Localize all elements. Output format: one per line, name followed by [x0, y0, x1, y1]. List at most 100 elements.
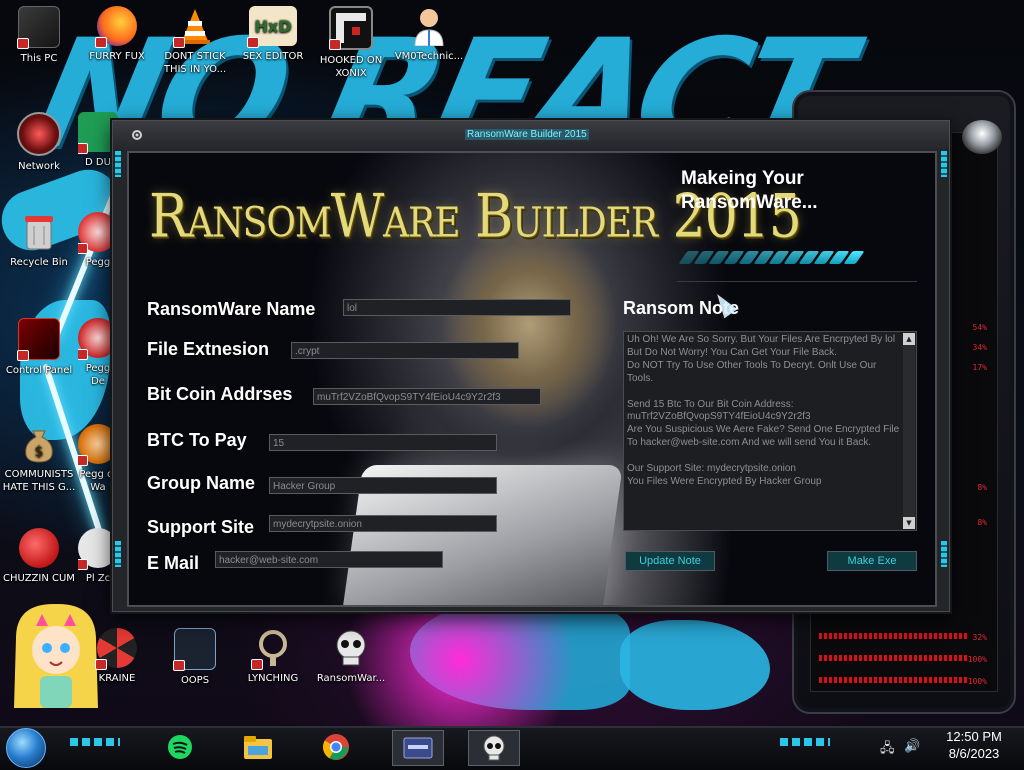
desktop-icon-label: LYNCHING	[247, 673, 299, 684]
file-extension-label: File Extnesion	[147, 339, 270, 359]
control-panel-icon	[17, 318, 60, 361]
status-line-2: RansomWare...	[681, 192, 818, 213]
hud-readout: 34%	[972, 343, 987, 352]
ransomware-name-input[interactable]: lol	[343, 299, 571, 316]
recycle-bin-icon	[19, 212, 59, 252]
taskbar-chrome[interactable]	[316, 730, 356, 764]
taskbar-clock[interactable]: 12:50 PM 8/6/2023	[930, 728, 1018, 762]
group-name-label: Group Name	[147, 473, 256, 493]
desktop-icon-label: Pegg De	[85, 363, 111, 387]
svg-text:$: $	[35, 444, 44, 460]
desktop-icon-hooked-on-xonix[interactable]: HOOKED ON XONIX	[312, 6, 390, 80]
desktop-icon-label: HOOKED ON XONIX	[319, 55, 383, 79]
desktop-icon-communists[interactable]: $ COMMUNISTS HATE THIS G...	[0, 424, 78, 494]
money-bag-icon: $	[19, 424, 59, 464]
taskbar-file-explorer[interactable]	[238, 730, 278, 764]
firefox-icon	[95, 6, 137, 48]
desktop-icon-label: SEX EDITOR	[242, 51, 304, 62]
scroll-down-icon[interactable]: ▼	[903, 517, 915, 529]
ransom-note-text[interactable]: Uh Oh! We Are So Sorry. But Your Files A…	[627, 334, 900, 528]
build-status-text: Makeing Your RansomWare...	[681, 167, 921, 215]
desktop-icon-label: D DU	[85, 157, 111, 168]
window-title: RansomWare Builder 2015	[465, 129, 589, 140]
taskbar-app-window[interactable]	[392, 730, 444, 766]
ransom-note-scrollbar[interactable]: ▲ ▼	[903, 333, 915, 529]
app-gear-icon	[132, 130, 142, 140]
frame-accent	[941, 541, 947, 567]
radiation-icon	[95, 628, 137, 670]
frame-accent	[115, 541, 121, 567]
file-extension-input[interactable]: .crypt	[291, 342, 519, 359]
ransomware-builder-window[interactable]: RansomWare Builder 2015 RansomWare Build…	[112, 120, 950, 612]
taskbar-decoration	[70, 738, 120, 746]
desktop-icon-kraine[interactable]: KRAINE	[78, 628, 156, 685]
email-input[interactable]: hacker@web-site.com	[215, 551, 443, 568]
desktop-icon-lynching[interactable]: LYNCHING	[234, 628, 312, 685]
desktop-icon-furry-fux[interactable]: FURRY FUX	[78, 6, 156, 63]
hud-bar	[819, 655, 969, 661]
desktop-icon-label: CHUZZIN CUM	[3, 573, 75, 584]
desktop-icon-label: Pegg	[85, 257, 111, 268]
hud-readout: 100%	[967, 677, 987, 686]
build-progress-bar	[677, 247, 867, 269]
desktop-icon-label: Recycle Bin	[10, 257, 68, 268]
desktop-icon-chuzzin-cum[interactable]: CHUZZIN CUM	[0, 528, 78, 585]
support-site-input[interactable]: mydecrytpsite.onion	[269, 515, 497, 532]
spotify-icon	[168, 735, 192, 759]
ransom-note-textarea[interactable]: Uh Oh! We Are So Sorry. But Your Files A…	[623, 331, 917, 531]
desktop-icon-this-pc[interactable]: This PC	[0, 6, 78, 65]
status-line-1: Makeing Your	[681, 168, 804, 189]
window-titlebar[interactable]: RansomWare Builder 2015	[113, 121, 949, 149]
chuzzle-icon	[19, 528, 59, 568]
desktop-icon-dont-stick[interactable]: DONT STICK THIS IN YO...	[156, 6, 234, 76]
wallpaper-streak	[620, 620, 770, 710]
support-site-label: Support Site	[147, 517, 254, 537]
make-exe-button[interactable]: Make Exe	[827, 551, 917, 571]
network-tray-icon[interactable]: 🖧	[880, 739, 895, 761]
taskbar-decoration	[780, 738, 830, 746]
taskbar-spotify[interactable]	[160, 730, 200, 764]
frame-accent	[941, 151, 947, 177]
email-label: E Mail	[147, 553, 200, 573]
desktop-icon-oops[interactable]: OOPS	[156, 628, 234, 687]
btc-to-pay-label: BTC To Pay	[147, 430, 247, 450]
hex-editor-icon: HxD	[247, 6, 297, 48]
volume-tray-icon[interactable]: 🔊	[904, 739, 920, 754]
btc-to-pay-input[interactable]: 15	[269, 434, 497, 451]
desktop-icon-label: RansomWar...	[316, 673, 386, 684]
desktop-icon-label: Pl Zc	[85, 573, 111, 584]
computer-icon	[17, 6, 60, 49]
desktop-icon-ransomware[interactable]: RansomWar...	[312, 628, 390, 685]
desktop-icon-label: COMMUNISTS HATE THIS G...	[2, 469, 76, 493]
network-icon	[17, 112, 61, 156]
bitcoin-address-input[interactable]: muTrf2VZoBfQvopS9TY4fEioU4c9Y2r2f3	[313, 388, 541, 405]
desktop-icon-label: KRAINE	[98, 673, 136, 684]
clock-time: 12:50 PM	[946, 729, 1002, 744]
desktop-icon-label: Network	[18, 161, 60, 172]
window-client-area: RansomWare Builder 2015 Makeing Your Ran…	[127, 151, 937, 607]
hud-readout: 8%	[977, 483, 987, 492]
group-name-input[interactable]: Hacker Group	[269, 477, 497, 494]
bitcoin-address-label: Bit Coin Addrses	[147, 384, 293, 404]
taskbar-ransomware-builder[interactable]	[468, 730, 520, 766]
hud-readout: 17%	[972, 363, 987, 372]
update-note-button[interactable]: Update Note	[625, 551, 715, 571]
desktop-icon-control-panel[interactable]: Control Panel	[0, 318, 78, 377]
hud-bar	[819, 633, 969, 639]
desktop-icon-vm0technic[interactable]: VM0Technic...	[390, 6, 468, 63]
ransomware-name-label: RansomWare Name	[147, 299, 316, 319]
desktop-icon-label: Control Panel	[5, 365, 73, 376]
app-window-icon	[403, 737, 433, 759]
chrome-icon	[322, 734, 349, 760]
desktop-icon-recycle-bin[interactable]: Recycle Bin	[0, 212, 78, 269]
start-button[interactable]	[6, 728, 46, 768]
scroll-up-icon[interactable]: ▲	[903, 333, 915, 345]
frame-accent	[115, 151, 121, 177]
desktop-icon-network[interactable]: Network	[0, 112, 78, 173]
xonix-game-icon	[329, 6, 373, 50]
desktop-icon-sex-editor[interactable]: HxD SEX EDITOR	[234, 6, 312, 63]
hud-readout: 32%	[972, 633, 987, 642]
hud-readout: 100%	[967, 655, 987, 664]
traffic-cone-icon	[173, 6, 215, 48]
separator-line	[677, 281, 917, 282]
